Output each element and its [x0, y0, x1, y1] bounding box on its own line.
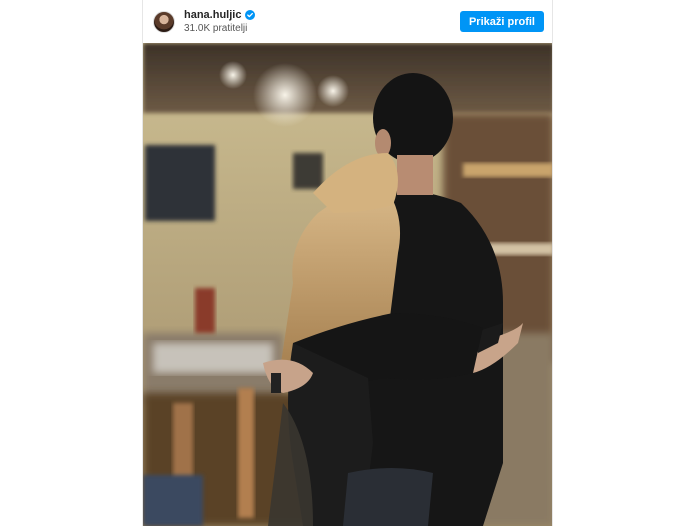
verified-badge-icon — [245, 10, 256, 20]
user-block: hana.huljic 31.0K pratitelji — [184, 9, 256, 34]
view-profile-button[interactable]: Prikaži profil — [459, 11, 544, 32]
embed-header: hana.huljic 31.0K pratitelji Prikaži pro… — [143, 0, 552, 43]
avatar[interactable] — [153, 10, 175, 33]
username[interactable]: hana.huljic — [184, 9, 241, 21]
instagram-embed: hana.huljic 31.0K pratitelji Prikaži pro… — [142, 0, 553, 526]
post-image[interactable] — [143, 43, 552, 526]
user-row: hana.huljic — [184, 9, 256, 21]
follower-count: 31.0K pratitelji — [184, 23, 248, 34]
